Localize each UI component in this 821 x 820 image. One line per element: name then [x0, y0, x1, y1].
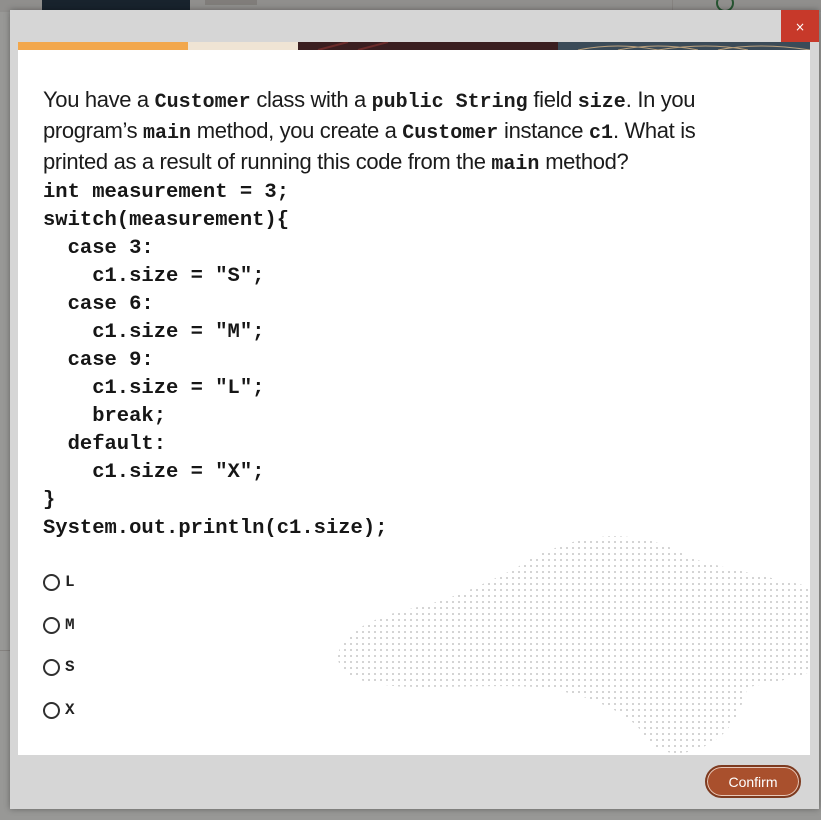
option-l[interactable]: L	[43, 570, 75, 613]
radio-button[interactable]	[43, 574, 60, 591]
option-m[interactable]: M	[43, 613, 75, 656]
confirm-button[interactable]: Confirm	[705, 765, 801, 798]
code-line: default:	[43, 433, 167, 456]
radio-button[interactable]	[43, 659, 60, 677]
option-s[interactable]: S	[43, 655, 75, 698]
question-content: You have a Customer class with a public …	[43, 86, 763, 543]
option-label: S	[65, 658, 75, 677]
decorative-banner	[18, 42, 810, 50]
option-label: X	[65, 701, 75, 720]
option-x[interactable]: X	[43, 698, 75, 741]
code-line: case 3:	[43, 237, 154, 260]
question-text: You have a Customer class with a public …	[43, 87, 696, 176]
decorative-dot-pattern	[338, 536, 810, 753]
question-modal: × You have a Customer class with a publi…	[10, 10, 819, 809]
code-line: c1.size = "M";	[43, 321, 265, 344]
code-line: System.out.println(c1.size);	[43, 517, 388, 540]
radio-button[interactable]	[43, 616, 60, 634]
code-snippet: int measurement = 3; switch(measurement){…	[43, 179, 763, 543]
code-line: int measurement = 3;	[43, 181, 290, 204]
code-line: case 6:	[43, 293, 154, 316]
close-button[interactable]: ×	[781, 10, 819, 42]
code-line: }	[43, 489, 56, 512]
modal-body: You have a Customer class with a public …	[18, 42, 810, 755]
radio-button[interactable]	[43, 702, 60, 720]
code-line: c1.size = "S";	[43, 265, 265, 288]
option-label: L	[65, 573, 75, 591]
code-line: switch(measurement){	[43, 209, 290, 232]
code-line: case 9:	[43, 349, 154, 372]
option-label: M	[65, 615, 75, 634]
code-line: c1.size = "X";	[43, 461, 265, 484]
code-line: c1.size = "L";	[43, 377, 265, 400]
code-line: break;	[43, 405, 167, 428]
answer-options: L M S X	[43, 570, 75, 741]
close-icon: ×	[794, 20, 806, 34]
